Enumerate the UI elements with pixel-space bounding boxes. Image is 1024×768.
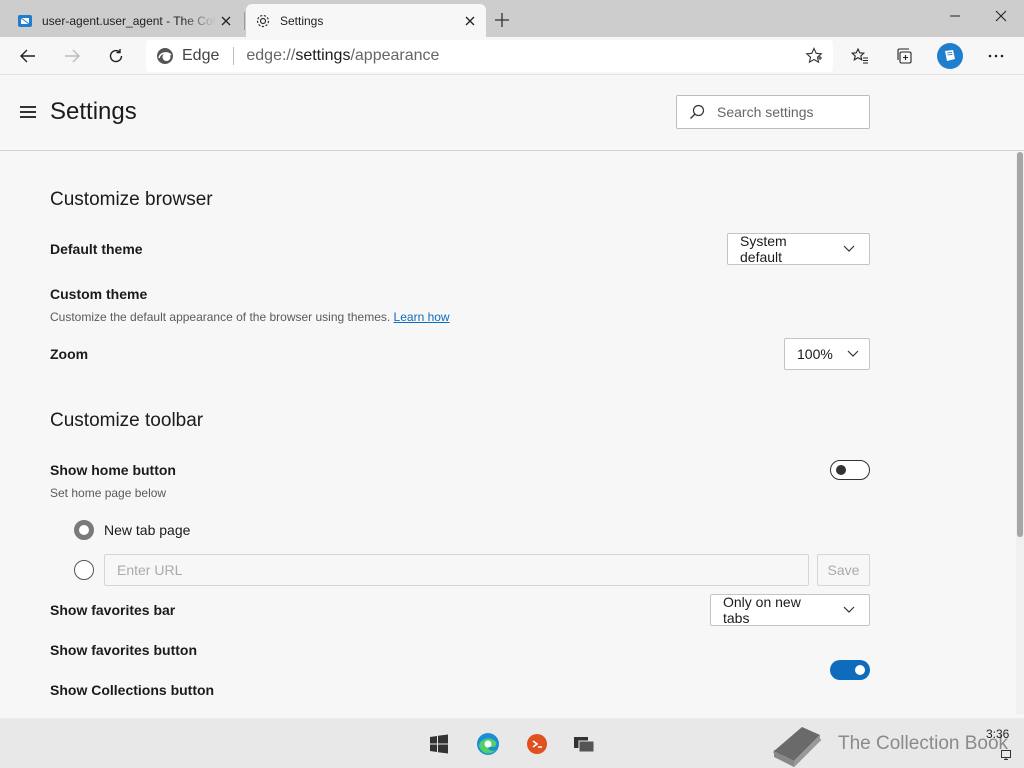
forward-button[interactable] <box>56 41 88 71</box>
new-tab-button[interactable] <box>490 8 514 32</box>
book-logo-icon <box>773 727 822 767</box>
search-settings-box[interactable] <box>676 95 870 129</box>
collections-icon <box>897 48 912 64</box>
tab-settings[interactable]: Settings <box>246 4 486 37</box>
more-menu-button[interactable] <box>980 41 1012 71</box>
plus-icon <box>495 13 509 27</box>
default-theme-value: System default <box>740 233 787 265</box>
watermark-text: The Collection Book <box>838 733 1009 754</box>
edge-browser-icon[interactable] <box>476 732 500 756</box>
edge-brand-label: Edge <box>182 47 220 64</box>
chevron-down-icon <box>843 245 855 253</box>
tab-title: user-agent.user_agent - The Coll <box>42 13 216 28</box>
favorites-bar-value: Only on new tabs <box>723 594 801 626</box>
gear-icon <box>255 13 271 29</box>
tab-user-agent[interactable]: user-agent.user_agent - The Coll <box>8 4 242 37</box>
show-favorites-button-label: Show favorites button <box>50 642 197 658</box>
section-title-customize-browser: Customize browser <box>50 189 213 210</box>
windows-start-icon[interactable] <box>427 732 451 756</box>
book-icon <box>17 13 33 29</box>
close-icon <box>995 10 1007 22</box>
show-collections-button-label: Show Collections button <box>50 682 215 698</box>
book-icon <box>945 50 955 61</box>
refresh-button[interactable] <box>100 41 132 71</box>
new-tab-page-radio[interactable] <box>74 520 94 540</box>
page-title: Settings <box>50 98 137 125</box>
tab-title: Settings <box>280 13 324 28</box>
task-view-icon[interactable] <box>572 732 596 756</box>
settings-header: Settings <box>0 76 1024 151</box>
favorites-bar-dropdown[interactable]: Only on new tabs <box>710 594 870 626</box>
address-divider <box>233 47 235 65</box>
notification-icon[interactable] <box>1000 749 1012 761</box>
url-input-placeholder: Enter URL <box>117 562 183 578</box>
back-button[interactable] <box>12 41 44 71</box>
default-theme-label: Default theme <box>50 241 143 257</box>
content-scrollbar[interactable] <box>1016 152 1024 714</box>
scrollbar-thumb[interactable] <box>1017 152 1023 537</box>
custom-theme-label: Custom theme <box>50 286 148 302</box>
window-close-button[interactable] <box>978 0 1024 32</box>
edge-logo-icon <box>156 47 174 65</box>
close-icon[interactable] <box>216 11 236 31</box>
learn-how-link[interactable]: Learn how <box>394 310 450 324</box>
profile-avatar[interactable] <box>937 43 963 69</box>
favorite-star-icon[interactable] <box>805 47 823 65</box>
zoom-dropdown[interactable]: 100% <box>784 338 870 370</box>
browser-toolbar: Edge edge://settings/appearance <box>0 37 1024 75</box>
tab-separator <box>244 12 245 30</box>
favorites-icon <box>851 47 868 64</box>
chevron-down-icon <box>843 606 855 614</box>
minimize-icon <box>950 15 960 17</box>
show-favorites-bar-label: Show favorites bar <box>50 602 176 618</box>
save-button[interactable]: Save <box>817 554 870 586</box>
home-button-description: Set home page below <box>50 486 167 500</box>
show-home-button-toggle[interactable] <box>830 460 870 480</box>
chevron-down-icon <box>847 350 859 358</box>
clock: 3:36 <box>986 727 1010 741</box>
tab-strip: user-agent.user_agent - The Coll Setting… <box>0 0 1024 37</box>
refresh-icon <box>109 49 123 63</box>
custom-theme-description: Customize the default appearance of the … <box>50 310 450 324</box>
menu-icon[interactable] <box>20 106 36 118</box>
zoom-value: 100% <box>797 346 833 362</box>
close-icon[interactable] <box>460 11 480 31</box>
arrow-right-icon <box>65 49 80 63</box>
url-text: edge://settings/appearance <box>246 47 440 64</box>
taskbar: The Collection Book 3:36 <box>0 718 1024 768</box>
search-icon <box>689 104 705 120</box>
collections-button[interactable] <box>889 41 921 71</box>
zoom-label: Zoom <box>50 346 89 362</box>
remote-desktop-icon[interactable] <box>525 732 549 756</box>
section-title-customize-toolbar: Customize toolbar <box>50 410 204 431</box>
search-input[interactable] <box>717 104 857 120</box>
arrow-left-icon <box>20 49 35 63</box>
new-tab-page-label: New tab page <box>104 522 191 538</box>
minimize-button[interactable] <box>932 0 978 32</box>
custom-url-radio[interactable] <box>74 560 94 580</box>
show-favorites-button-toggle[interactable] <box>830 660 870 680</box>
favorites-button[interactable] <box>844 41 876 71</box>
address-bar[interactable]: Edge edge://settings/appearance <box>146 40 833 72</box>
more-icon <box>988 54 1004 58</box>
default-theme-dropdown[interactable]: System default <box>727 233 870 265</box>
home-url-input[interactable]: Enter URL <box>104 554 809 586</box>
show-home-button-label: Show home button <box>50 462 176 478</box>
settings-content: Customize browser Default theme System d… <box>0 152 1016 714</box>
